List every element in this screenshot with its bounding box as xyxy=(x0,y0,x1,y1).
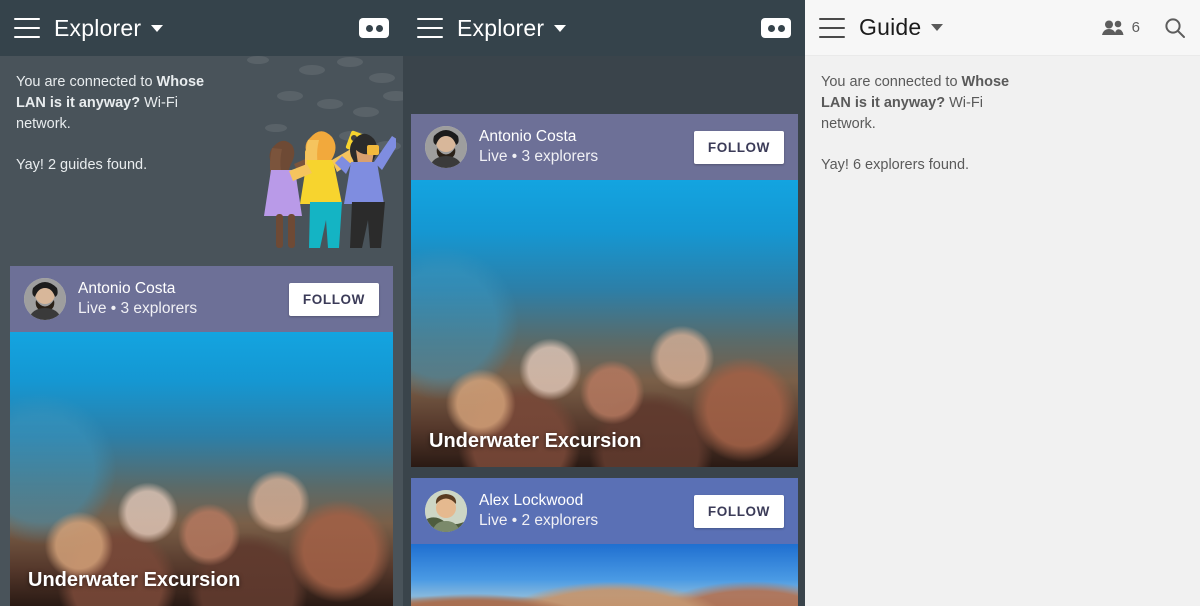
appbar-explorer-wide: Explorer xyxy=(403,0,805,56)
chevron-down-icon[interactable] xyxy=(151,24,164,32)
chevron-down-icon[interactable] xyxy=(554,24,567,32)
guide-meta: Antonio Costa Live • 3 explorers xyxy=(479,127,682,167)
cardboard-vr-icon[interactable] xyxy=(359,18,389,38)
panel-explorer-wide: Explorer Antonio Costa Live • 3 explorer… xyxy=(403,0,805,606)
cardboard-vr-icon[interactable] xyxy=(761,18,791,38)
explorer-count[interactable]: 6 xyxy=(1101,19,1140,37)
guide-card-media[interactable]: Underwater Excursion xyxy=(10,332,393,606)
guide-subtitle: Live • 2 explorers xyxy=(479,512,599,529)
page-title: Explorer xyxy=(457,14,545,41)
network-status-text: You are connected to Whose LAN is it any… xyxy=(821,74,1010,132)
guide-subtitle: Live • 3 explorers xyxy=(78,300,198,317)
guides-found-text: Yay! 2 guides found. xyxy=(16,157,148,173)
guide-subtitle: Live • 3 explorers xyxy=(479,148,599,165)
page-title: Guide xyxy=(859,14,922,40)
hero-explorer-narrow: You are connected to Whose LAN is it any… xyxy=(0,56,403,176)
guide-card-header: Alex Lockwood Live • 2 explorers FOLLOW xyxy=(411,478,798,544)
guide-card-header: Antonio Costa Live • 3 explorers FOLLOW xyxy=(411,114,798,180)
guide-card-media[interactable]: Underwater Excursion xyxy=(411,180,798,467)
people-icon xyxy=(1101,20,1124,35)
follow-button[interactable]: FOLLOW xyxy=(693,130,784,164)
guide-meta: Antonio Costa Live • 3 explorers xyxy=(78,279,277,319)
guide-name: Alex Lockwood xyxy=(479,492,584,509)
follow-button[interactable]: FOLLOW xyxy=(288,282,379,316)
search-icon[interactable] xyxy=(1164,17,1186,39)
explorers-found-text: Yay! 6 explorers found. xyxy=(821,157,970,173)
media-title: Underwater Excursion xyxy=(429,430,642,452)
hamburger-icon[interactable] xyxy=(14,18,40,38)
appbar-guide: Guide 6 xyxy=(805,0,1200,56)
guide-card[interactable]: Antonio Costa Live • 3 explorers FOLLOW … xyxy=(411,114,798,467)
avatar xyxy=(425,126,467,168)
avatar xyxy=(24,278,66,320)
guide-card-header: Antonio Costa Live • 3 explorers FOLLOW xyxy=(10,266,393,332)
network-status-text: You are connected to Whose LAN is it any… xyxy=(16,74,205,132)
hero-guide: You are connected to Whose LAN is it any… xyxy=(805,56,1200,176)
panel-explorer-narrow: Explorer You are connected to Whose LAN … xyxy=(0,0,403,606)
guide-meta: Alex Lockwood Live • 2 explorers xyxy=(479,491,682,531)
explorer-count-value: 6 xyxy=(1131,19,1140,36)
guide-name: Antonio Costa xyxy=(479,128,577,145)
panel-guide: Guide 6 You are connected to Whose LAN i… xyxy=(805,0,1200,606)
media-title: Underwater Excursion xyxy=(28,569,241,591)
guide-card[interactable]: Alex Lockwood Live • 2 explorers FOLLOW xyxy=(411,478,798,606)
follow-button[interactable]: FOLLOW xyxy=(693,494,784,528)
guide-card[interactable]: Antonio Costa Live • 3 explorers FOLLOW … xyxy=(10,266,393,606)
page-title: Explorer xyxy=(54,14,142,41)
avatar xyxy=(425,490,467,532)
chevron-down-icon[interactable] xyxy=(931,24,944,31)
guide-card-media[interactable] xyxy=(411,544,798,606)
screenshot-root: Explorer You are connected to Whose LAN … xyxy=(0,0,1200,606)
appbar-explorer-narrow: Explorer xyxy=(0,0,403,56)
guide-name: Antonio Costa xyxy=(78,280,176,297)
hamburger-icon[interactable] xyxy=(819,17,845,38)
hamburger-icon[interactable] xyxy=(417,18,443,38)
